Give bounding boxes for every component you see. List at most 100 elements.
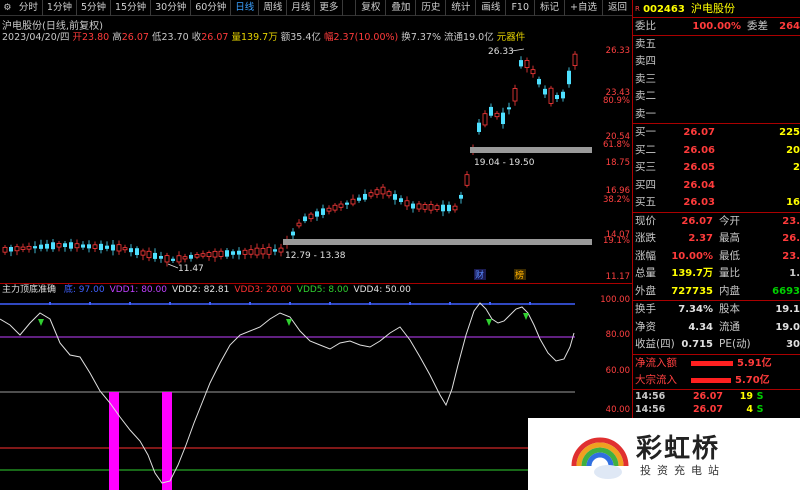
period-tab[interactable]: 30分钟 bbox=[151, 0, 192, 16]
stats-label: 流通 bbox=[719, 320, 740, 333]
bid-volume: 2 bbox=[793, 162, 800, 173]
bid-volume bbox=[715, 177, 800, 195]
tool-buttons: 复权 叠加 历史 统计 画线 F10 标记 +自选 返回 bbox=[355, 0, 632, 16]
candle bbox=[501, 112, 505, 125]
stock-name: 沪电股份 bbox=[691, 2, 735, 15]
candle bbox=[146, 250, 152, 259]
stats-row: 收益(四) 0.715 PE(动) 30 bbox=[633, 336, 800, 354]
flow-value: 5.91亿 bbox=[737, 357, 772, 369]
candle bbox=[494, 112, 500, 118]
candle bbox=[20, 246, 26, 250]
quote-value: 23. bbox=[782, 250, 800, 262]
dot bbox=[449, 302, 451, 305]
range-high-bar bbox=[470, 147, 592, 153]
bid-label: 买四 bbox=[635, 178, 656, 191]
quote-label: 最低 bbox=[719, 249, 740, 262]
top-arrow-4 bbox=[523, 313, 529, 320]
candle bbox=[464, 174, 470, 186]
candle bbox=[63, 243, 67, 248]
stats-value: 19.1 bbox=[775, 304, 800, 315]
quote-label: 外盘 bbox=[635, 284, 656, 297]
candle bbox=[39, 244, 43, 249]
candle bbox=[326, 207, 332, 212]
top-arrow-2 bbox=[286, 319, 292, 326]
quote-label: 总量 bbox=[635, 267, 656, 279]
candlestick-chart[interactable]: 19.04 - 19.50 12.79 - 13.38 26.33 11.47 … bbox=[0, 40, 602, 280]
stats-value: 4.34 bbox=[688, 321, 713, 333]
range-low-label: 12.79 - 13.38 bbox=[285, 251, 346, 261]
candle bbox=[338, 203, 344, 208]
period-tab[interactable]: 15分钟 bbox=[111, 0, 152, 16]
candle bbox=[2, 246, 8, 253]
settings-icon[interactable]: ⚙ bbox=[0, 3, 15, 13]
bid-price: 26.04 bbox=[683, 179, 715, 191]
tool-button[interactable]: 标记 bbox=[534, 0, 564, 16]
period-tab[interactable]: 更多 bbox=[315, 0, 344, 16]
candle bbox=[122, 247, 128, 251]
diff-value: 264 bbox=[779, 21, 800, 32]
dot bbox=[89, 302, 91, 305]
flow-row: 净流入额 5.91亿 bbox=[633, 355, 800, 372]
period-tab[interactable]: 5分钟 bbox=[77, 0, 112, 16]
tool-button[interactable]: 历史 bbox=[415, 0, 445, 16]
candle bbox=[164, 255, 170, 263]
candle bbox=[116, 244, 122, 252]
tool-button[interactable]: +自选 bbox=[564, 0, 602, 16]
tick-side: S bbox=[756, 390, 764, 402]
tick-price: 26.07 bbox=[692, 390, 723, 402]
ask-label: 卖一 bbox=[635, 107, 656, 120]
diff-label: 委差 bbox=[747, 20, 768, 32]
tool-button[interactable]: 画线 bbox=[475, 0, 505, 16]
bid-price: 26.06 bbox=[683, 144, 715, 156]
tool-button[interactable]: 复权 bbox=[355, 0, 385, 16]
candle bbox=[315, 211, 319, 217]
candle bbox=[428, 204, 434, 211]
quote-label: 今开 bbox=[719, 214, 740, 227]
period-tab[interactable]: 60分钟 bbox=[191, 0, 232, 16]
candle bbox=[159, 255, 163, 259]
candle bbox=[434, 205, 440, 211]
candle bbox=[459, 194, 463, 199]
candle bbox=[225, 250, 229, 257]
indicator-name[interactable]: 主力顶底准确 bbox=[2, 285, 56, 295]
candle bbox=[99, 243, 103, 251]
ask-label: 卖三 bbox=[635, 72, 656, 85]
quote-value: 10.00% bbox=[671, 250, 713, 262]
period-tab[interactable]: 日线 bbox=[231, 0, 260, 16]
candle bbox=[543, 88, 547, 95]
quote-value: 139.7万 bbox=[671, 268, 713, 279]
candle bbox=[404, 200, 410, 207]
quote-label: 最高 bbox=[719, 232, 740, 244]
bid-price: 26.05 bbox=[683, 162, 715, 173]
period-tab[interactable]: 分时 bbox=[15, 0, 43, 16]
indicator-axis-label: 80.00 bbox=[605, 330, 630, 340]
top-arrow-3 bbox=[486, 319, 492, 326]
bid-row: 买四 26.04 bbox=[633, 177, 800, 195]
tool-button[interactable]: 叠加 bbox=[385, 0, 415, 16]
ask-row: 卖三 bbox=[633, 71, 800, 89]
tool-button[interactable]: F10 bbox=[505, 0, 534, 16]
period-tab[interactable]: 周线 bbox=[259, 0, 288, 16]
stats-value: 7.34% bbox=[678, 304, 713, 315]
candle bbox=[171, 258, 175, 261]
tool-button[interactable]: 统计 bbox=[445, 0, 475, 16]
indicator-value: VDD1: 80.00 bbox=[109, 285, 167, 295]
tick-row: 14:56 26.07 19 S bbox=[633, 390, 800, 404]
indicator-chart[interactable] bbox=[0, 295, 602, 490]
stock-header[interactable]: R 002463 沪电股份 bbox=[633, 0, 800, 18]
candle bbox=[411, 203, 415, 209]
candle bbox=[231, 251, 235, 255]
dot bbox=[529, 302, 531, 305]
candle bbox=[14, 246, 20, 252]
stats-row: 净资 4.34 流通 19.0 bbox=[633, 319, 800, 337]
dot bbox=[209, 302, 211, 305]
bid-price: 26.03 bbox=[683, 197, 715, 208]
dot bbox=[129, 302, 131, 305]
indicator-axis-label: 60.00 bbox=[605, 366, 630, 376]
tool-button[interactable]: 返回 bbox=[601, 0, 632, 16]
period-tab[interactable]: 月线 bbox=[287, 0, 316, 16]
price-axis-label: 18.75 bbox=[605, 158, 630, 168]
candle bbox=[218, 250, 224, 257]
quote-list: 现价 26.07 今开 23. 涨跌 2.37 最高 26. 涨幅 10.00% 最低 23. 总量 13… bbox=[633, 213, 800, 301]
period-tab[interactable]: 1分钟 bbox=[43, 0, 77, 16]
